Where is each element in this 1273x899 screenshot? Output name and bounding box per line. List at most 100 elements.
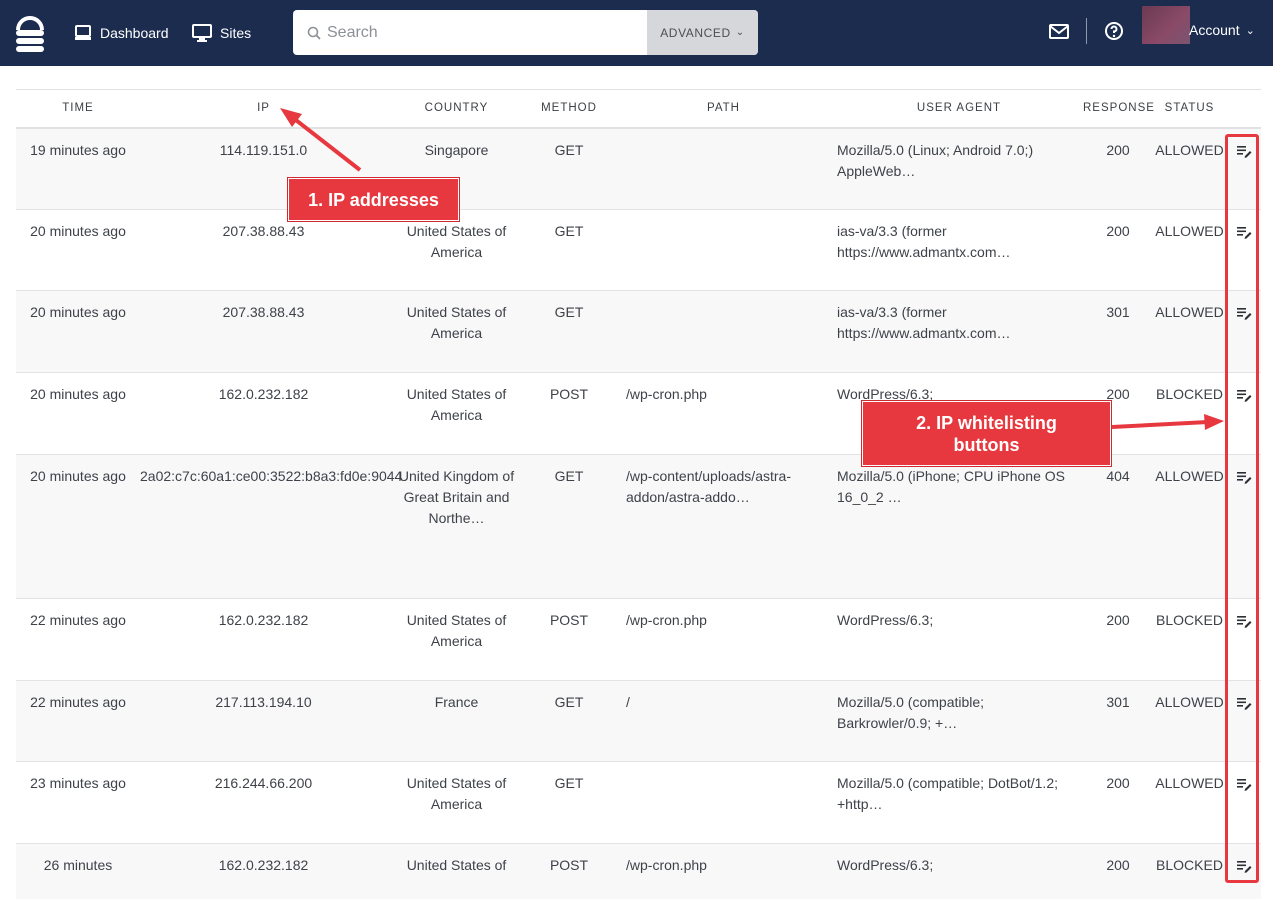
table-body: 19 minutes ago 114.119.151.0 Singapore G… [16,127,1261,899]
table-row: 22 minutes ago 217.113.194.10 France GET… [16,680,1261,762]
cell-actions [1226,372,1261,455]
header-time[interactable]: TIME [16,89,140,129]
cell-response: 200 [1083,127,1153,210]
header-method[interactable]: METHOD [526,89,612,129]
cell-response: 200 [1083,209,1153,291]
cell-path: /wp-cron.php [612,598,835,681]
cell-time: 22 minutes ago [16,680,140,762]
header-user-agent[interactable]: USER AGENT [835,89,1083,129]
cell-method: POST [526,598,612,681]
advanced-search-button[interactable]: ADVANCED ⌄ [647,10,758,55]
advanced-search-label: ADVANCED [660,25,731,40]
search-bar: ADVANCED ⌄ [293,10,758,55]
cell-actions [1226,290,1261,373]
cell-method: POST [526,372,612,455]
whitelist-edit-icon[interactable] [1235,304,1253,322]
cell-time: 20 minutes ago [16,209,140,291]
cell-response: 200 [1083,843,1153,899]
cell-path: /wp-cron.php [612,372,835,455]
cell-ip[interactable]: 216.244.66.200 [140,761,387,844]
cell-ip[interactable]: 217.113.194.10 [140,680,387,762]
cell-response: 200 [1083,598,1153,681]
cell-country: United States of [387,843,526,899]
mail-icon[interactable] [1048,21,1070,41]
cell-ip[interactable]: 207.38.88.43 [140,290,387,373]
cell-time: 20 minutes ago [16,454,140,599]
whitelist-edit-icon[interactable] [1235,694,1253,712]
cell-user-agent: Mozilla/5.0 (Linux; Android 7.0;) AppleW… [835,127,1083,210]
nav-dashboard-label: Dashboard [100,25,169,41]
cell-path: /wp-cron.php [612,843,835,899]
topbar-divider [1086,18,1087,44]
cell-method: GET [526,680,612,762]
header-path[interactable]: PATH [612,89,835,129]
header-status[interactable]: STATUS [1153,89,1226,129]
cell-path [612,290,835,373]
cell-method: GET [526,761,612,844]
cell-time: 26 minutes [16,843,140,899]
cell-user-agent: Mozilla/5.0 (compatible; Barkrowler/0.9;… [835,680,1083,762]
header-country[interactable]: COUNTRY [387,89,526,129]
cell-ip[interactable]: 162.0.232.182 [140,598,387,681]
cell-country: France [387,680,526,762]
callout-ip-addresses: 1. IP addresses [288,178,459,221]
callout-whitelisting-buttons: 2. IP whitelisting buttons [862,401,1111,466]
whitelist-edit-icon[interactable] [1235,857,1253,875]
help-circle-icon[interactable] [1104,21,1124,41]
cell-response: 404 [1083,454,1153,599]
cell-ip[interactable]: 2a02:c7c:60a1:ce00:3522:b8a3:fd0e:9044 [140,454,402,599]
table-row: 23 minutes ago 216.244.66.200 United Sta… [16,761,1261,844]
header-ip[interactable]: IP [140,89,387,129]
whitelist-edit-icon[interactable] [1235,142,1253,160]
whitelist-edit-icon[interactable] [1235,612,1253,630]
cell-ip[interactable]: 162.0.232.182 [140,843,387,899]
cell-country: United States of America [387,761,526,844]
search-icon [307,26,321,40]
account-label: Account [1189,22,1240,38]
cell-country: United States of America [387,372,526,455]
cell-ip[interactable]: 162.0.232.182 [140,372,387,455]
cell-user-agent: Mozilla/5.0 (compatible; DotBot/1.2; +ht… [835,761,1083,844]
cell-path: /wp-content/uploads/astra-addon/astra-ad… [612,454,835,599]
header-response[interactable]: RESPONSE [1083,89,1154,129]
cell-time: 20 minutes ago [16,290,140,373]
audit-log-table: TIME IP COUNTRY METHOD PATH USER AGENT R… [16,89,1261,899]
cell-status: ALLOWED [1153,454,1226,599]
cell-actions [1226,680,1261,762]
cell-response: 301 [1083,680,1153,762]
cell-status: ALLOWED [1153,127,1226,210]
cell-method: GET [526,454,612,599]
cell-actions [1226,454,1261,599]
cell-status: ALLOWED [1153,680,1226,762]
top-navigation-bar: Dashboard Sites ADVANCED ⌄ [0,0,1273,66]
table-row: 22 minutes ago 162.0.232.182 United Stat… [16,598,1261,681]
whitelist-edit-icon[interactable] [1235,386,1253,404]
account-menu[interactable]: Account ⌄ [1189,22,1255,38]
table-row: 19 minutes ago 114.119.151.0 Singapore G… [16,127,1261,210]
avatar[interactable] [1142,6,1190,44]
table-row: 26 minutes 162.0.232.182 United States o… [16,843,1261,899]
whitelist-edit-icon[interactable] [1235,223,1253,241]
search-input[interactable] [327,23,627,42]
cell-user-agent: WordPress/6.3; [835,598,1083,681]
monitor-icon [75,25,91,40]
search-field-wrapper[interactable] [293,10,647,55]
cell-user-agent: ias-va/3.3 (former https://www.admantx.c… [835,209,1083,291]
table-header-row: TIME IP COUNTRY METHOD PATH USER AGENT R… [16,89,1261,129]
cell-time: 20 minutes ago [16,372,140,455]
cell-time: 22 minutes ago [16,598,140,681]
nav-sites-link[interactable]: Sites [192,22,251,44]
cell-response: 200 [1083,761,1153,844]
callout-2-line-1: 2. IP whitelisting [916,413,1057,433]
cell-country: United States of America [387,290,526,373]
whitelist-edit-icon[interactable] [1235,775,1253,793]
cell-time: 19 minutes ago [16,127,140,210]
sucuri-logo-icon[interactable] [14,13,46,53]
cell-method: GET [526,209,612,291]
cell-method: POST [526,843,612,899]
table-row: 20 minutes ago 207.38.88.43 United State… [16,290,1261,373]
cell-method: GET [526,290,612,373]
cell-path [612,209,835,291]
whitelist-edit-icon[interactable] [1235,468,1253,486]
nav-dashboard-link[interactable]: Dashboard [74,22,169,44]
